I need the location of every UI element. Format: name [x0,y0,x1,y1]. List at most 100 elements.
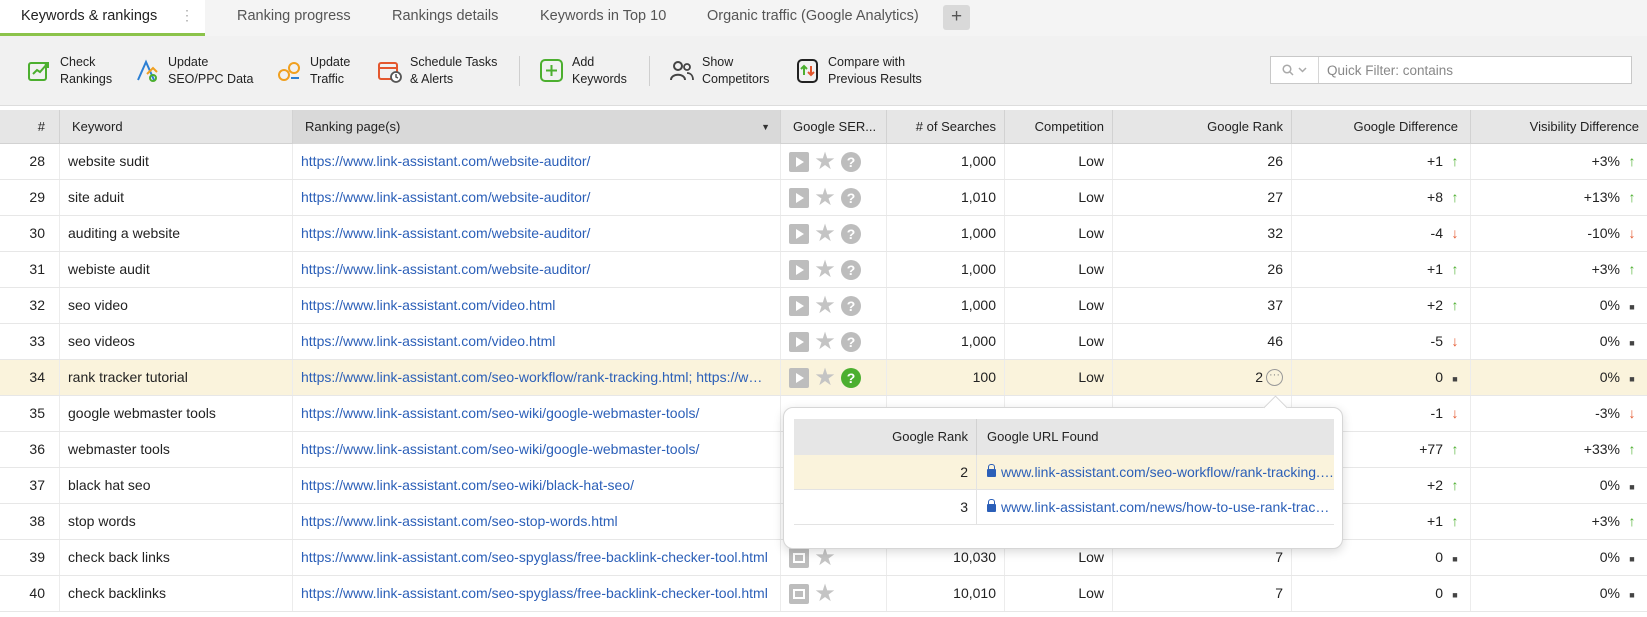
update-seo-ppc-button[interactable]: Update SEO/PPC Data [135,51,253,91]
tab-menu-icon[interactable]: ⋮ [180,0,194,33]
visibility-difference-value: +3% [1591,153,1620,169]
searches-cell: 1,000 [887,288,1005,323]
popover-url-text: www.link-assistant.com/news/how-to-use-r… [1001,499,1334,515]
col-header-competition[interactable]: Competition [1005,110,1113,144]
star-icon[interactable]: ★ [814,149,836,173]
serp-features-cell: ★ [781,576,887,611]
add-tab-button[interactable]: + [943,5,970,30]
image-result-icon [789,583,809,604]
col-header-visibility-difference[interactable]: Visibility Difference [1471,110,1647,144]
table-row[interactable]: 28 website sudit https://www.link-assistan… [0,144,1647,180]
quick-filter-input[interactable] [1319,58,1631,82]
google-rank-value: 7 [1275,585,1283,601]
ranking-page-link[interactable]: https://www.link-assistant.com/video.htm… [293,288,781,323]
visibility-difference-cell: +33% ↑ [1471,432,1647,467]
popover-url-link[interactable]: www.link-assistant.com/seo-workflow/rank… [977,455,1334,490]
tab-organic-traffic[interactable]: Organic traffic (Google Analytics) [707,0,919,36]
google-difference-cell: -4 ↓ [1292,216,1471,251]
ranking-page-link[interactable]: https://www.link-assistant.com/seo-spygl… [293,576,781,611]
visibility-difference-cell: 0% ■ [1471,324,1647,359]
star-icon[interactable]: ★ [814,221,836,245]
col-header-ranking-page[interactable]: Ranking page(s) ▼ [293,110,781,144]
row-number: 30 [0,216,60,251]
table-row[interactable]: 30 auditing a website https://www.link-ass… [0,216,1647,252]
ranking-page-link[interactable]: https://www.link-assistant.com/website-a… [293,252,781,287]
col-header-searches[interactable]: # of Searches [887,110,1005,144]
ranking-page-link[interactable]: https://www.link-assistant.com/website-a… [293,216,781,251]
ranking-page-link[interactable]: https://www.link-assistant.com/seo-stop-… [293,504,781,539]
arrow-up-icon: ↑ [1628,189,1636,205]
col-header-keyword[interactable]: Keyword [60,110,293,144]
tab-label: Keywords in Top 10 [540,8,667,24]
table-row[interactable]: 31 webiste audit https://www.link-assistan… [0,252,1647,288]
schedule-tasks-label: Schedule Tasks & Alerts [410,55,498,86]
add-keywords-button[interactable]: Add Keywords [539,51,627,91]
google-rank-cell: 27 [1113,180,1292,215]
filter-mode-dropdown[interactable] [1271,57,1319,83]
table-row[interactable]: 40 check backlinks https://www.link-assist… [0,576,1647,612]
searches-cell: 1,000 [887,324,1005,359]
table-row[interactable]: 32 seo video https://www.link-assistant.co… [0,288,1647,324]
ranking-page-link[interactable]: https://www.link-assistant.com/seo-wiki/… [293,432,781,467]
table-row[interactable]: 33 seo videos https://www.link-assistant.c… [0,324,1647,360]
star-icon[interactable]: ★ [814,545,836,569]
popover-url-link[interactable]: www.link-assistant.com/news/how-to-use-r… [977,490,1334,525]
col-header-google-serp[interactable]: Google SER... [781,110,887,144]
visibility-difference-value: 0% [1599,333,1620,349]
ranking-page-link[interactable]: https://www.link-assistant.com/seo-wiki/… [293,468,781,503]
visibility-difference-value: 0% [1599,369,1620,385]
star-icon[interactable]: ★ [814,293,836,317]
ranking-page-link[interactable]: https://www.link-assistant.com/seo-workf… [293,360,781,395]
schedule-tasks-button[interactable]: Schedule Tasks & Alerts [377,51,497,91]
lock-icon [987,464,996,477]
popover-rank: 2 [794,455,977,490]
update-traffic-button[interactable]: Update Traffic [277,51,350,91]
google-rank-cell: 26 [1113,144,1292,179]
no-change-icon: ■ [1629,302,1635,312]
serp-features-cell: ★? [781,288,887,323]
show-competitors-button[interactable]: Show Competitors [669,51,769,91]
google-difference-value: +2 [1427,297,1443,313]
tab-ranking-progress[interactable]: Ranking progress [237,0,351,36]
visibility-difference-cell: 0% ■ [1471,360,1647,395]
col-header-google-rank[interactable]: Google Rank [1113,110,1292,144]
searches-cell: 100 [887,360,1005,395]
tab-rankings-details[interactable]: Rankings details [392,0,498,36]
popover-row[interactable]: 2 www.link-assistant.com/seo-workflow/ra… [794,455,1334,490]
table-row[interactable]: 34 rank tracker tutorial https://www.link-… [0,360,1647,396]
ranking-page-link[interactable]: https://www.link-assistant.com/seo-spygl… [293,540,781,575]
ranking-page-link[interactable]: https://www.link-assistant.com/seo-wiki/… [293,396,781,431]
google-difference-value: -4 [1430,225,1443,241]
ranking-page-link[interactable]: https://www.link-assistant.com/video.htm… [293,324,781,359]
star-icon[interactable]: ★ [814,581,836,605]
visibility-difference-cell: +3% ↑ [1471,504,1647,539]
visibility-difference-value: +3% [1591,513,1620,529]
star-icon[interactable]: ★ [814,257,836,281]
google-rank-cell: 46 [1113,324,1292,359]
serp-features-cell: ★? [781,360,887,395]
update-seo-ppc-icon [137,59,158,82]
more-details-icon[interactable]: ··· [1266,368,1283,386]
row-number: 32 [0,288,60,323]
google-difference-cell: -5 ↓ [1292,324,1471,359]
calendar-alert-icon [378,62,402,83]
table-row[interactable]: 29 site aduit https://www.link-assistant.c… [0,180,1647,216]
col-header-google-difference[interactable]: Google Difference [1292,110,1471,144]
ranking-page-link[interactable]: https://www.link-assistant.com/website-a… [293,180,781,215]
col-header-num[interactable]: # [0,110,60,144]
searches-cell: 1,000 [887,252,1005,287]
check-rankings-button[interactable]: Check Rankings [27,51,112,91]
star-icon[interactable]: ★ [814,365,836,389]
ranking-page-link[interactable]: https://www.link-assistant.com/website-a… [293,144,781,179]
lock-icon [987,499,996,512]
google-difference-value: +1 [1427,513,1443,529]
show-competitors-label: Show Competitors [702,55,770,86]
row-number: 36 [0,432,60,467]
tab-keywords-top-10[interactable]: Keywords in Top 10 [540,0,666,36]
star-icon[interactable]: ★ [814,185,836,209]
star-icon[interactable]: ★ [814,329,836,353]
tab-keywords-rankings[interactable]: Keywords & rankings [0,0,205,36]
compare-results-button[interactable]: Compare with Previous Results [795,51,922,91]
popover-row[interactable]: 3 www.link-assistant.com/news/how-to-use… [794,490,1334,525]
google-difference-cell: +2 ↑ [1292,288,1471,323]
